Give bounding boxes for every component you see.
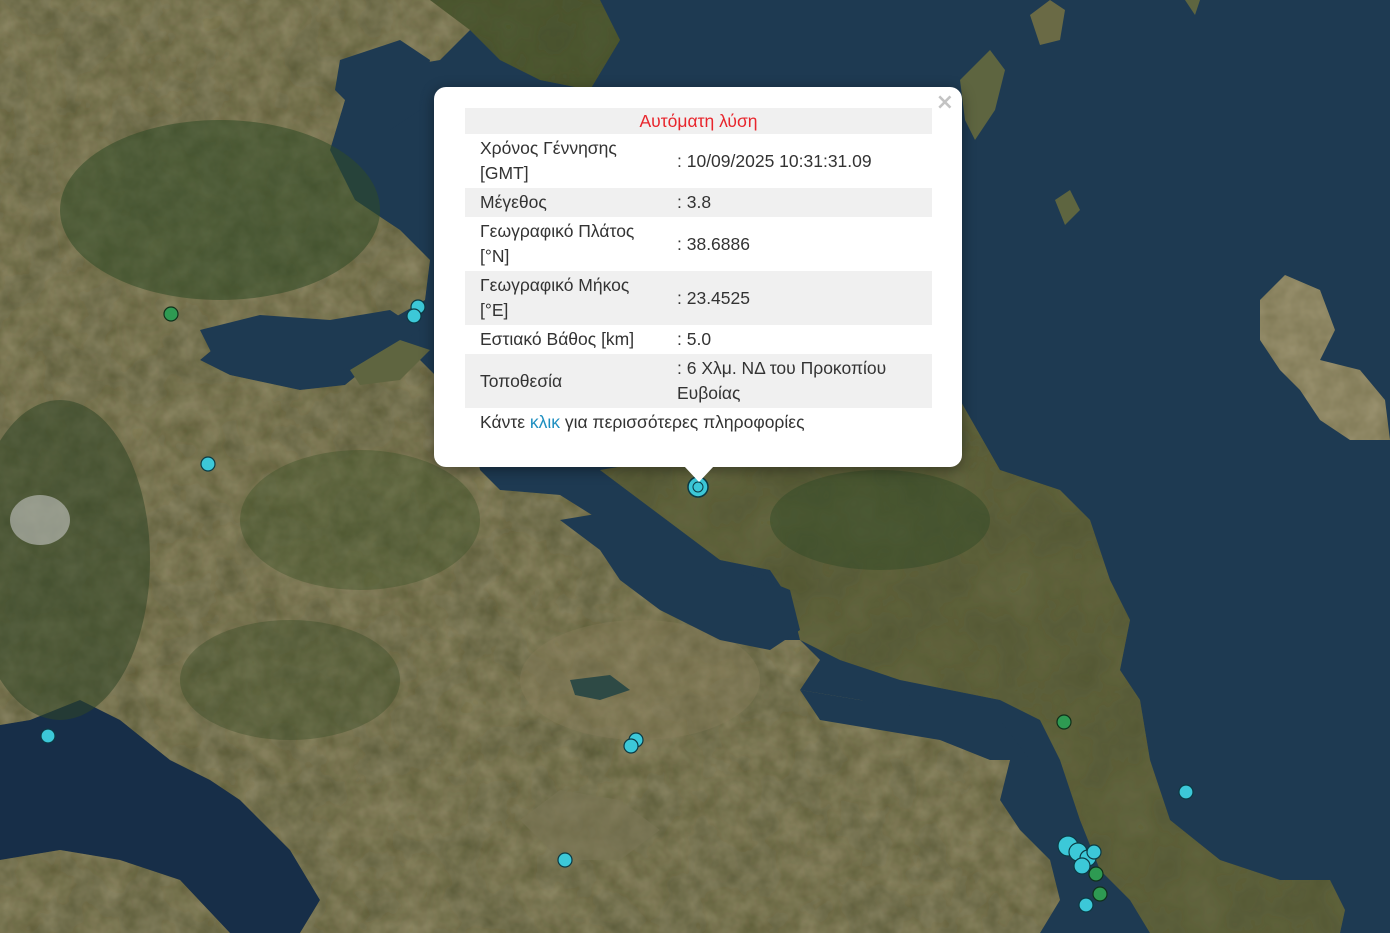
quake-marker[interactable] (623, 738, 639, 754)
earthquake-popup: × Αυτόματη λύση Χρόνος Γέννησης [GMT] : … (434, 87, 962, 467)
close-icon[interactable]: × (936, 91, 954, 115)
quake-marker[interactable] (1078, 897, 1094, 913)
origin-time-label: Χρόνος Γέννησης [GMT] (480, 138, 617, 183)
earthquake-info-table: Αυτόματη λύση Χρόνος Γέννησης [GMT] : 10… (465, 108, 932, 437)
quake-marker-green[interactable] (1092, 886, 1108, 902)
origin-time-value: : 10/09/2025 10:31:31.09 (677, 150, 872, 171)
more-info-link[interactable]: κλικ (530, 412, 560, 432)
quake-marker-green[interactable] (1088, 866, 1104, 882)
quake-marker-green[interactable] (1056, 714, 1072, 730)
location-value: : 6 Χλμ. ΝΔ του Προκοπίου Ευβοίας (662, 354, 932, 408)
depth-label: Εστιακό Βάθος [km] (480, 329, 635, 349)
longitude-label: Γεωγραφικό Μήκος [°E] (465, 271, 662, 325)
quake-marker[interactable] (406, 308, 422, 324)
latitude-value: : 38.6886 (677, 233, 750, 254)
location-label: Τοποθεσία (465, 354, 662, 408)
magnitude-label: Μέγεθος (465, 188, 662, 217)
popup-title: Αυτόματη λύση (465, 108, 932, 134)
footer-text-before: Κάντε (480, 412, 530, 432)
depth-value: : 5.0 (677, 329, 712, 349)
quake-marker[interactable] (1073, 857, 1091, 875)
quake-marker-green[interactable] (163, 306, 179, 322)
quake-marker[interactable] (1178, 784, 1194, 800)
latitude-label: Γεωγραφικό Πλάτος [°N] (480, 221, 635, 266)
quake-marker[interactable] (557, 852, 573, 868)
footer-text-after: για περισσότερες πληροφορίες (560, 412, 805, 432)
quake-marker[interactable] (40, 728, 56, 744)
longitude-value: : 23.4525 (662, 271, 932, 325)
popup-tip (684, 466, 714, 482)
quake-marker[interactable] (1086, 844, 1102, 860)
magnitude-value: : 3.8 (662, 188, 932, 217)
popup-footer: Κάντε κλικ για περισσότερες πληροφορίες (465, 408, 932, 437)
quake-marker[interactable] (200, 456, 216, 472)
